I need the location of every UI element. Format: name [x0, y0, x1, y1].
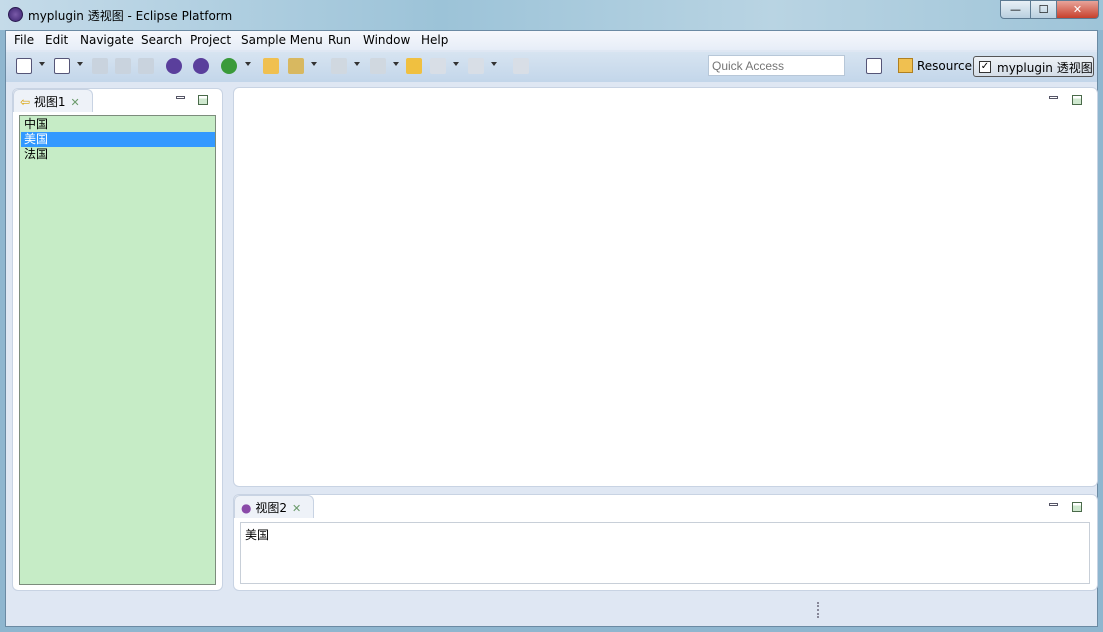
- maximize-editor-icon[interactable]: [1072, 95, 1082, 105]
- close-icon[interactable]: ✕: [292, 502, 301, 515]
- maximize-view-icon[interactable]: [198, 95, 208, 105]
- save-icon[interactable]: [92, 58, 108, 74]
- tab-label: 视图2: [255, 501, 287, 515]
- chevron-down-icon[interactable]: [77, 62, 83, 66]
- minimize-editor-icon[interactable]: [1049, 96, 1058, 99]
- chevron-down-icon[interactable]: [39, 62, 45, 66]
- run-icon[interactable]: [221, 58, 237, 74]
- window-title: myplugin 透视图 - Eclipse Platform: [28, 9, 233, 23]
- menu-navigate[interactable]: Navigate: [80, 33, 134, 47]
- maximize-button[interactable]: ☐: [1030, 0, 1057, 19]
- tab-view2[interactable]: ● 视图2 ✕: [234, 495, 314, 518]
- view2-text: 美国: [240, 522, 1090, 584]
- tab-label: 视图1: [33, 95, 66, 109]
- close-button[interactable]: ✕: [1056, 0, 1099, 19]
- prev-annotation-icon[interactable]: [370, 58, 386, 74]
- chevron-down-icon[interactable]: [311, 62, 317, 66]
- status-bar-handle[interactable]: [817, 602, 819, 618]
- next-annotation-icon[interactable]: [331, 58, 347, 74]
- menu-window[interactable]: Window: [363, 33, 410, 47]
- quick-access-input[interactable]: [708, 55, 845, 76]
- open-perspective-icon[interactable]: [866, 58, 882, 74]
- perspective-resource[interactable]: Resource: [917, 59, 972, 73]
- print-icon[interactable]: [138, 58, 154, 74]
- new-project-icon[interactable]: [54, 58, 70, 74]
- maximize-view-icon[interactable]: [1072, 502, 1082, 512]
- open-folder-icon[interactable]: [263, 58, 279, 74]
- minimize-view-icon[interactable]: [1049, 503, 1058, 506]
- close-icon[interactable]: ✕: [71, 96, 80, 109]
- tab-view1[interactable]: ⇦ 视图1 ✕: [13, 89, 93, 112]
- perspective-myplugin-label: myplugin 透视图: [997, 61, 1093, 75]
- save-all-icon[interactable]: [115, 58, 131, 74]
- plugin-icon: ●: [241, 501, 252, 515]
- pin-icon[interactable]: [513, 58, 529, 74]
- chevron-down-icon[interactable]: [393, 62, 399, 66]
- menu-search[interactable]: Search: [141, 33, 182, 47]
- menu-sample[interactable]: Sample Menu: [241, 33, 323, 47]
- new-icon[interactable]: [16, 58, 32, 74]
- checkbox-icon: ✓: [979, 61, 991, 73]
- back-icon[interactable]: [430, 58, 446, 74]
- chevron-down-icon[interactable]: [354, 62, 360, 66]
- menu-project[interactable]: Project: [190, 33, 231, 47]
- menu-help[interactable]: Help: [421, 33, 448, 47]
- view-arrow-icon: ⇦: [20, 95, 31, 109]
- list-item[interactable]: 法国: [21, 147, 215, 162]
- eclipse-icon: [8, 7, 23, 22]
- last-edit-icon[interactable]: [406, 58, 422, 74]
- chevron-down-icon[interactable]: [453, 62, 459, 66]
- forward-icon[interactable]: [468, 58, 484, 74]
- chevron-down-icon[interactable]: [245, 62, 251, 66]
- selected-country-text: 美国: [245, 528, 270, 542]
- menu-file[interactable]: File: [14, 33, 34, 47]
- list-item-selected[interactable]: 美国: [21, 132, 215, 147]
- pen-icon[interactable]: [288, 58, 304, 74]
- minimize-button[interactable]: —: [1000, 0, 1031, 19]
- editor-area: [233, 87, 1098, 487]
- minimize-view-icon[interactable]: [176, 96, 185, 99]
- chevron-down-icon[interactable]: [491, 62, 497, 66]
- eclipse-orb-icon[interactable]: [166, 58, 182, 74]
- country-list[interactable]: 中国 美国 法国: [19, 115, 216, 585]
- eclipse-orb-icon-2[interactable]: [193, 58, 209, 74]
- resource-perspective-icon: [898, 58, 913, 73]
- menu-edit[interactable]: Edit: [45, 33, 68, 47]
- list-item[interactable]: 中国: [21, 117, 215, 132]
- menu-run[interactable]: Run: [328, 33, 351, 47]
